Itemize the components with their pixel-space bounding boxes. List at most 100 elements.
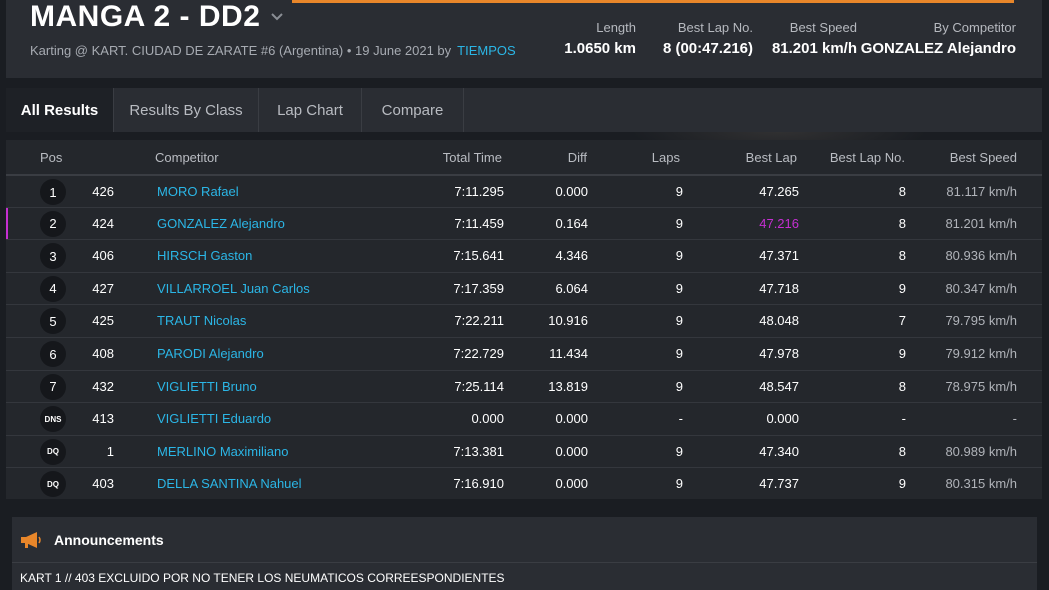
position-badge: 2 <box>40 210 66 237</box>
kart-number: 1 <box>106 443 114 459</box>
laps: 9 <box>675 280 683 296</box>
announcements-panel: Announcements KART 1 // 403 EXCLUIDO POR… <box>12 517 1037 590</box>
laps: 9 <box>675 215 683 231</box>
best-lap: 47.216 <box>759 215 799 231</box>
page-title[interactable]: MANGA 2 - DD2 <box>30 0 284 34</box>
table-row[interactable]: 4 427 VILLARROEL Juan Carlos 7:17.359 6.… <box>6 271 1042 305</box>
position-badge: 1 <box>40 179 66 205</box>
competitor-link[interactable]: GONZALEZ Alejandro <box>157 216 285 231</box>
event-header: MANGA 2 - DD2 Karting @ KART. CIUDAD DE … <box>6 0 1042 78</box>
competitor-link[interactable]: PARODI Alejandro <box>157 346 264 361</box>
best-lap: 47.978 <box>759 346 799 361</box>
best-lap-no: 8 <box>898 248 906 264</box>
col-best-lap[interactable]: Best Lap <box>746 150 797 165</box>
table-header: Pos Competitor Total Time Diff Laps Best… <box>6 140 1042 174</box>
best-lap: 47.737 <box>759 476 799 492</box>
total-time: 7:15.641 <box>453 248 504 264</box>
announcement-text: KART 1 // 403 EXCLUIDO POR NO TENER LOS … <box>20 571 505 585</box>
best-lap-no: 9 <box>898 346 906 361</box>
total-time: 7:22.729 <box>453 346 504 361</box>
results-tabs: All Results Results By Class Lap Chart C… <box>6 88 1042 132</box>
stat-best-lap-no: Best Lap No. 8 (00:47.216) <box>663 20 753 57</box>
best-lap-no: 8 <box>898 378 906 394</box>
best-lap-no: 8 <box>898 443 906 459</box>
tab-compare[interactable]: Compare <box>362 88 464 132</box>
laps: 9 <box>675 476 683 492</box>
stat-length: Length 1.0650 km <box>564 20 636 57</box>
announcements-header: Announcements <box>12 517 1037 563</box>
kart-number: 424 <box>92 215 114 231</box>
tab-all-results[interactable]: All Results <box>6 88 114 132</box>
total-time: 7:11.295 <box>454 184 504 199</box>
table-row[interactable]: DQ 403 DELLA SANTINA Nahuel 7:16.910 0.0… <box>6 467 1042 500</box>
table-row[interactable]: DQ 1 MERLINO Maximiliano 7:13.381 0.000 … <box>6 434 1042 468</box>
competitor-link[interactable]: VILLARROEL Juan Carlos <box>157 281 310 296</box>
total-time: 0.000 <box>471 411 504 427</box>
best-speed: - <box>1012 411 1017 427</box>
best-lap: 47.371 <box>759 248 799 264</box>
organizer-link[interactable]: TIEMPOS <box>457 43 516 58</box>
table-row[interactable]: DNS 413 VIGLIETTI Eduardo 0.000 0.000 - … <box>6 402 1042 435</box>
table-row[interactable]: 1 426 MORO Rafael 7:11.295 0.000 9 47.26… <box>6 174 1042 207</box>
table-row[interactable]: 6 408 PARODI Alejandro 7:22.729 11.434 9… <box>6 337 1042 370</box>
tab-results-by-class[interactable]: Results By Class <box>114 88 259 132</box>
best-lap: 48.048 <box>759 313 799 329</box>
event-subtitle: Karting @ KART. CIUDAD DE ZARATE #6 (Arg… <box>30 43 516 58</box>
diff: 4.346 <box>555 248 588 264</box>
laps: 9 <box>675 346 683 361</box>
position-badge: 4 <box>40 275 66 302</box>
stat-by-competitor: By Competitor GONZALEZ Alejandro <box>861 20 1016 57</box>
best-speed: 80.936 km/h <box>945 248 1017 264</box>
competitor-link[interactable]: VIGLIETTI Eduardo <box>157 411 271 426</box>
competitor-link[interactable]: MERLINO Maximiliano <box>157 444 288 459</box>
table-row[interactable]: 7 432 VIGLIETTI Bruno 7:25.114 13.819 9 … <box>6 369 1042 403</box>
col-best-speed[interactable]: Best Speed <box>950 150 1017 165</box>
laps: 9 <box>675 248 683 264</box>
competitor-link[interactable]: DELLA SANTINA Nahuel <box>157 476 302 491</box>
stat-value: 8 (00:47.216) <box>662 40 753 57</box>
stat-value: GONZALEZ Alejandro <box>860 40 1016 57</box>
best-speed: 79.912 km/h <box>945 346 1017 361</box>
total-time: 7:17.359 <box>453 280 504 296</box>
diff: 0.000 <box>555 476 588 492</box>
header-accent-bar <box>292 0 1014 3</box>
total-time: 7:13.381 <box>453 443 504 459</box>
position-badge: DNS <box>40 406 66 433</box>
best-lap-no: - <box>901 411 906 427</box>
best-speed: 81.201 km/h <box>945 215 1017 231</box>
position-badge: 7 <box>40 373 66 400</box>
position-badge: 6 <box>40 341 66 367</box>
stat-label: Best Speed <box>789 20 857 35</box>
total-time: 7:25.114 <box>454 378 504 394</box>
total-time: 7:22.211 <box>454 313 504 329</box>
kart-number: 403 <box>92 476 114 492</box>
position-badge: 3 <box>40 243 66 270</box>
stat-best-speed: Best Speed 81.201 km/h <box>772 20 857 57</box>
diff: 0.000 <box>555 184 588 199</box>
best-lap-no: 9 <box>898 280 906 296</box>
col-competitor[interactable]: Competitor <box>155 150 219 165</box>
competitor-link[interactable]: MORO Rafael <box>157 184 239 199</box>
chevron-down-icon[interactable] <box>270 10 284 24</box>
event-info: Karting @ KART. CIUDAD DE ZARATE #6 (Arg… <box>30 43 452 58</box>
col-pos[interactable]: Pos <box>40 150 62 165</box>
competitor-link[interactable]: VIGLIETTI Bruno <box>157 379 257 394</box>
table-row[interactable]: 2 424 GONZALEZ Alejandro 7:11.459 0.164 … <box>6 206 1042 240</box>
position-badge: DQ <box>40 471 66 498</box>
laps: 9 <box>675 443 683 459</box>
competitor-link[interactable]: TRAUT Nicolas <box>157 313 246 328</box>
col-laps[interactable]: Laps <box>652 150 680 165</box>
col-diff[interactable]: Diff <box>568 150 587 165</box>
col-total-time[interactable]: Total Time <box>443 150 502 165</box>
best-speed: 80.989 km/h <box>945 443 1017 459</box>
table-row[interactable]: 5 425 TRAUT Nicolas 7:22.211 10.916 9 48… <box>6 304 1042 337</box>
tab-lap-chart[interactable]: Lap Chart <box>259 88 362 132</box>
laps: - <box>678 411 683 427</box>
col-best-lap-no[interactable]: Best Lap No. <box>830 150 905 165</box>
competitor-link[interactable]: HIRSCH Gaston <box>157 248 252 263</box>
diff: 6.064 <box>555 280 588 296</box>
best-speed: 80.347 km/h <box>945 280 1017 296</box>
kart-number: 406 <box>92 248 114 264</box>
table-row[interactable]: 3 406 HIRSCH Gaston 7:15.641 4.346 9 47.… <box>6 239 1042 272</box>
stat-label: By Competitor <box>933 20 1016 35</box>
